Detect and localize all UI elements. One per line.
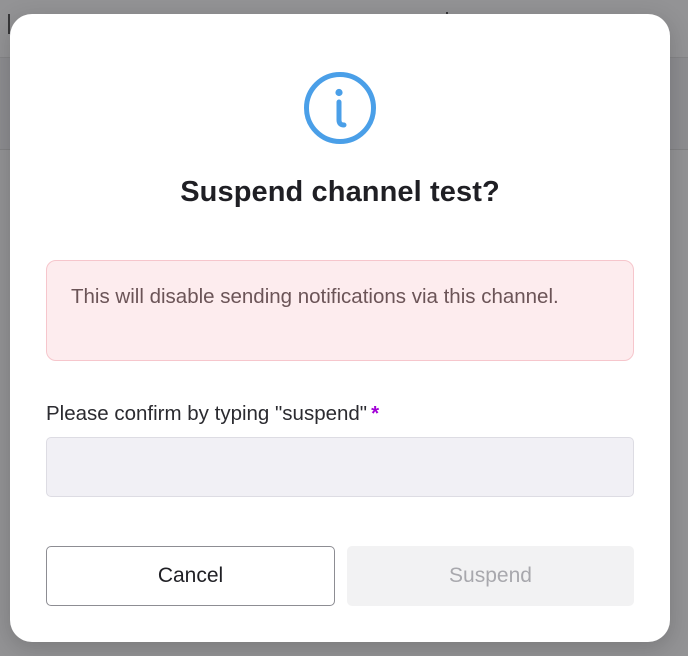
confirm-suspend-input[interactable] (46, 437, 634, 497)
cancel-button[interactable]: Cancel (46, 546, 335, 606)
suspend-button[interactable]: Suspend (347, 546, 634, 606)
info-circle-icon (304, 72, 376, 144)
dialog-title: Suspend channel test? (180, 176, 500, 208)
confirm-field-label: Please confirm by typing "suspend" * (46, 402, 379, 426)
warning-alert: This will disable sending notifications … (46, 260, 634, 361)
warning-alert-text: This will disable sending notifications … (71, 285, 559, 308)
required-marker: * (371, 402, 380, 425)
confirm-label-text: Please confirm by typing "suspend" (46, 402, 368, 425)
suspend-channel-dialog: Suspend channel test? This will disable … (10, 14, 670, 642)
